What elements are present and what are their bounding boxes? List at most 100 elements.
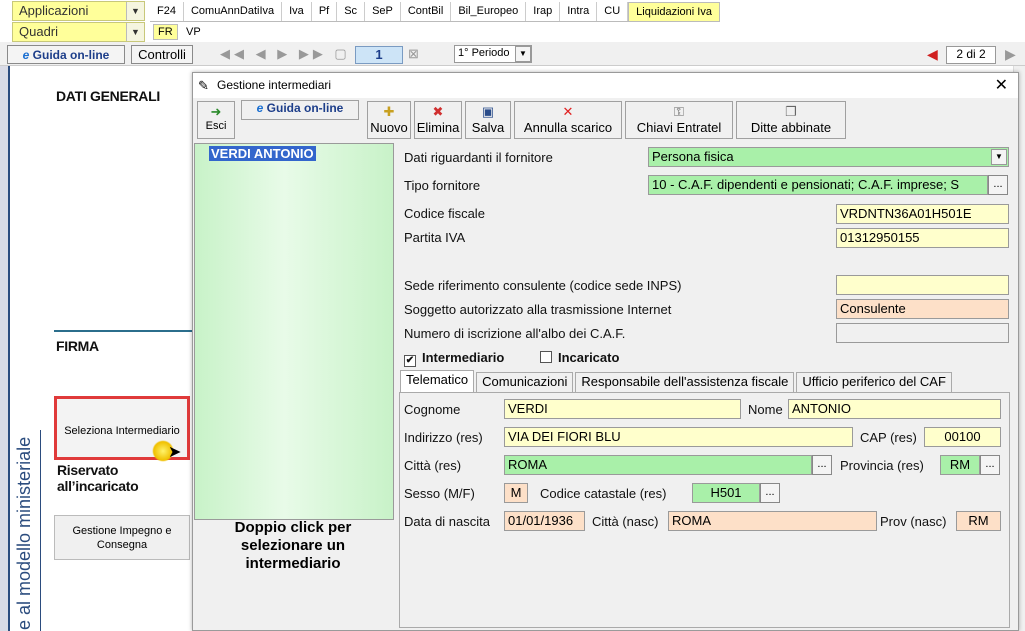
page-number-field[interactable]: 1 [355, 46, 403, 64]
catastale-lookup-button[interactable]: ... [760, 483, 780, 503]
annulla-scarico-button[interactable]: ✕ Annulla scarico [514, 101, 622, 139]
riservato-heading: Riservato all’incaricato [57, 462, 139, 494]
dialog-guida-button[interactable]: e Guida on-line [241, 100, 359, 120]
sesso-label: Sesso (M/F) [404, 486, 475, 501]
delete-page-icon[interactable]: ⊠ [408, 46, 419, 62]
tab-cu[interactable]: CU [597, 2, 629, 21]
record-nav-icons[interactable]: ◀◀ ◀ ▶ ▶▶ ▢ ⊠ [220, 46, 373, 62]
codice-catastale-field[interactable]: H501 [692, 483, 760, 503]
tab-telematico[interactable]: Telematico [400, 370, 475, 392]
tab-pf[interactable]: Pf [311, 2, 338, 21]
tab-irap[interactable]: Irap [526, 2, 561, 21]
indirizzo-field[interactable]: VIA DEI FIORI BLU [504, 427, 853, 447]
sesso-field[interactable]: M [504, 483, 528, 503]
tipo-fornitore-field[interactable]: 10 - C.A.F. dipendenti e pensionati; C.A… [648, 175, 988, 195]
partita-iva-field[interactable]: 01312950155 [836, 228, 1009, 248]
periodo-select[interactable]: 1° Periodo ▼ [454, 45, 532, 63]
tab-sc[interactable]: Sc [337, 2, 366, 21]
incaricato-checkbox[interactable]: Incaricato [540, 350, 619, 365]
tab-f24[interactable]: F24 [150, 2, 184, 21]
tab-contbil[interactable]: ContBil [400, 2, 452, 21]
dati-fornitore-select[interactable]: Persona fisica ▼ [648, 147, 1009, 167]
numero-iscrizione-label: Numero di iscrizione all'albo dei C.A.F. [404, 326, 626, 341]
codice-fiscale-field[interactable]: VRDNTN36A01H501E [836, 204, 1009, 224]
guida-label: Guida on-line [32, 48, 110, 62]
prev-page-icon[interactable]: ◀ [927, 46, 938, 63]
elimina-label: Elimina [416, 120, 460, 135]
chevron-down-icon: ▼ [126, 2, 144, 20]
incaricato-label: Incaricato [558, 350, 620, 365]
tab-sep[interactable]: SeP [365, 2, 401, 21]
tab-bil-europeo[interactable]: Bil_Europeo [451, 2, 527, 21]
annulla-label: Annulla scarico [523, 120, 613, 135]
vertical-caption: e al modello ministeriale [14, 436, 34, 630]
tab-comuanndatiiva[interactable]: ComuAnnDatiIva [183, 2, 283, 21]
ie-icon: e [22, 48, 33, 62]
dialog-title: Gestione intermediari [217, 78, 332, 92]
provincia-field[interactable]: RM [940, 455, 980, 475]
vertical-rule [40, 430, 41, 631]
tab-ufficio-periferico[interactable]: Ufficio periferico del CAF [796, 372, 952, 392]
cognome-field[interactable]: VERDI [504, 399, 741, 419]
esci-button[interactable]: ➜ Esci [197, 101, 235, 139]
key-icon: ⚿ [674, 104, 684, 119]
tab-iva[interactable]: Iva [282, 2, 312, 21]
chevron-down-icon: ▼ [126, 23, 144, 41]
codice-fiscale-label: Codice fiscale [404, 206, 485, 221]
guida-online-button[interactable]: e Guida on-line [7, 45, 125, 64]
elimina-button[interactable]: ✖ Elimina [414, 101, 462, 139]
divider [54, 330, 194, 332]
firma-heading: FIRMA [56, 338, 99, 354]
chevron-down-icon: ▼ [515, 46, 531, 62]
intermediari-list[interactable]: VERDI ANTONIO [194, 143, 394, 520]
cognome-label: Cognome [404, 402, 461, 417]
next-page-icon[interactable]: ▶ [1005, 46, 1016, 63]
nome-field[interactable]: ANTONIO [788, 399, 1001, 419]
checkbox-icon [540, 351, 552, 363]
sede-label: Sede riferimento consulente (codice sede… [404, 278, 682, 293]
soggetto-field[interactable]: Consulente [836, 299, 1009, 319]
save-icon: ▣ [481, 104, 495, 119]
citta-res-label: Città (res) [404, 458, 462, 473]
nuovo-button[interactable]: ✚ Nuovo [367, 101, 411, 139]
subtab-fr[interactable]: FR [153, 24, 178, 40]
citta-res-field[interactable]: ROMA [504, 455, 812, 475]
citta-lookup-button[interactable]: ... [812, 455, 832, 475]
tab-responsabile[interactable]: Responsabile dell'assistenza fiscale [575, 372, 795, 392]
subtab-vp[interactable]: VP [186, 26, 201, 38]
data-nascita-field[interactable]: 01/01/1936 [504, 511, 585, 531]
list-item[interactable]: VERDI ANTONIO [209, 146, 316, 161]
sede-field[interactable] [836, 275, 1009, 295]
chiavi-entratel-button[interactable]: ⚿ Chiavi Entratel [625, 101, 733, 139]
esci-label: Esci [205, 120, 227, 132]
tipo-fornitore-lookup-button[interactable]: ... [988, 175, 1008, 195]
citta-nasc-label: Città (nasc) [592, 514, 659, 529]
cap-label: CAP (res) [860, 430, 917, 445]
cap-field[interactable]: 00100 [924, 427, 1001, 447]
tab-comunicazioni[interactable]: Comunicazioni [476, 372, 574, 392]
partita-iva-label: Partita IVA [404, 230, 466, 245]
applicazioni-label: Applicazioni [19, 3, 89, 18]
salva-button[interactable]: ▣ Salva [465, 101, 511, 139]
new-icon: ✚ [383, 104, 395, 119]
indirizzo-label: Indirizzo (res) [404, 430, 483, 445]
edit-icon: ✎ [198, 78, 209, 93]
tab-liquidazioni-iva[interactable]: Liquidazioni Iva [628, 2, 720, 21]
applicazioni-dropdown[interactable]: Applicazioni ▼ [12, 1, 145, 21]
quadri-dropdown[interactable]: Quadri ▼ [12, 22, 145, 42]
gestione-impegno-button[interactable]: Gestione Impegno e Consegna [54, 515, 190, 560]
ditte-abbinate-button[interactable]: ❐ Ditte abbinate [736, 101, 846, 139]
intermediario-checkbox[interactable]: ✔ Intermediario [404, 350, 504, 367]
prov-nasc-field[interactable]: RM [956, 511, 1001, 531]
ditte-label: Ditte abbinate [750, 120, 832, 135]
intermediario-label: Intermediario [422, 350, 505, 365]
provincia-lookup-button[interactable]: ... [980, 455, 1000, 475]
numero-iscrizione-field[interactable] [836, 323, 1009, 343]
gestione-intermediari-dialog: ✎ Gestione intermediari ✕ ➜ Esci e Guida … [192, 72, 1019, 631]
citta-nasc-field[interactable]: ROMA [668, 511, 877, 531]
controlli-button[interactable]: Controlli [131, 45, 193, 64]
exit-icon: ➜ [210, 104, 222, 119]
seleziona-label: Seleziona Intermediario [64, 425, 180, 437]
tab-intra[interactable]: Intra [560, 2, 598, 21]
close-icon[interactable]: ✕ [995, 73, 1008, 98]
